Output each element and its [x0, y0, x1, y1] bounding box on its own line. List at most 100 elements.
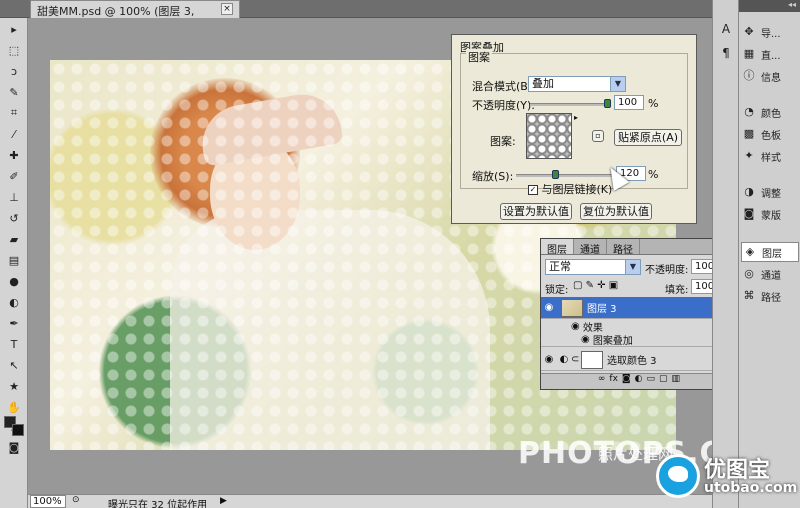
- blur-tool-icon[interactable]: ●: [3, 271, 25, 291]
- character-panel-icon[interactable]: A: [716, 22, 736, 42]
- dock-item-histogram[interactable]: ▦ 直...: [741, 44, 799, 64]
- masks-icon: ◙: [743, 207, 755, 220]
- brush-tool-icon[interactable]: ✐: [3, 166, 25, 186]
- lasso-tool-icon[interactable]: ↄ: [3, 61, 25, 81]
- fill-label: 填充:: [665, 285, 689, 296]
- dock-item-paths[interactable]: ⌘ 路径: [741, 286, 799, 306]
- snap-origin-button[interactable]: 贴紧原点(A): [614, 129, 682, 146]
- pattern-group-label: 图案: [466, 49, 492, 65]
- dock-item-adjustments[interactable]: ◑ 调整: [741, 182, 799, 202]
- crop-tool-icon[interactable]: ⌗: [3, 103, 25, 123]
- eyedropper-tool-icon[interactable]: ⁄: [3, 124, 25, 144]
- chevron-down-icon: ▼: [610, 77, 625, 91]
- scale-slider[interactable]: [516, 174, 612, 177]
- dock-item-swatches[interactable]: ▩ 色板: [741, 124, 799, 144]
- delete-layer-icon[interactable]: ▥: [672, 374, 681, 389]
- dock-header[interactable]: ◂◂: [739, 0, 800, 12]
- effect-eye-icon[interactable]: ◉: [581, 334, 593, 345]
- tab-layers[interactable]: 图层: [541, 239, 574, 256]
- layer-row-layer3[interactable]: ◉ 图层 3 fx: [541, 297, 727, 319]
- hand-tool-icon[interactable]: ✋: [3, 397, 25, 417]
- add-style-icon[interactable]: fx: [609, 374, 618, 389]
- document-tab[interactable]: 甜美MM.psd @ 100% (图层 3, RGB/8#) * ×: [30, 0, 240, 32]
- scale-unit: %: [648, 168, 659, 181]
- move-tool-icon[interactable]: ▸: [3, 19, 25, 39]
- layer-effects-row[interactable]: ◉ 效果: [541, 319, 727, 334]
- dock-item-color[interactable]: ◔ 颜色: [741, 102, 799, 122]
- opacity-slider[interactable]: [530, 103, 610, 106]
- link-layers-icon[interactable]: ∞: [598, 374, 606, 389]
- zoom-input[interactable]: 100%: [30, 495, 66, 508]
- layers-panel-tabs: 图层 通道 路径: [541, 239, 737, 256]
- bird-icon: [668, 466, 688, 482]
- visibility-eye-icon[interactable]: ◉: [541, 354, 557, 365]
- quick-mask-icon[interactable]: ◙: [3, 437, 25, 457]
- quick-select-tool-icon[interactable]: ✎: [3, 82, 25, 102]
- eraser-tool-icon[interactable]: ▰: [3, 229, 25, 249]
- new-layer-icon[interactable]: ▢: [659, 374, 668, 389]
- logo-en-text: utobao.com: [704, 480, 798, 496]
- paragraph-panel-icon[interactable]: ¶: [716, 46, 736, 66]
- path-select-tool-icon[interactable]: ↖: [3, 355, 25, 375]
- document-tab-bar: 甜美MM.psd @ 100% (图层 3, RGB/8#) * ×: [0, 0, 712, 32]
- pattern-picker-arrow-icon[interactable]: ▸: [574, 113, 578, 122]
- pattern-overlay-dialog: 图案叠加 图案 混合模式(B): 叠加 ▼ 不透明度(Y): 100 % 图案:…: [451, 34, 697, 224]
- layer-blend-mode-value: 正常: [549, 260, 571, 273]
- checkbox-check-icon: ✓: [528, 185, 538, 195]
- scale-label: 缩放(S):: [472, 170, 514, 183]
- tab-paths[interactable]: 路径: [607, 239, 640, 256]
- dock-item-navigator[interactable]: ✥ 导...: [741, 22, 799, 42]
- layers-icon: ◈: [745, 245, 755, 258]
- pattern-picker[interactable]: [526, 113, 572, 159]
- layer-blend-mode-select[interactable]: 正常 ▼: [545, 259, 641, 275]
- status-info-icon[interactable]: ⊙: [72, 495, 80, 505]
- blend-mode-label: 混合模式(B):: [472, 80, 536, 93]
- blend-mode-select[interactable]: 叠加 ▼: [528, 76, 626, 92]
- stamp-tool-icon[interactable]: ⊥: [3, 187, 25, 207]
- dock-item-styles[interactable]: ✦ 样式: [741, 146, 799, 166]
- navigator-icon: ✥: [744, 25, 754, 38]
- add-mask-icon[interactable]: ◙: [622, 374, 631, 389]
- gradient-tool-icon[interactable]: ▤: [3, 250, 25, 270]
- styles-icon: ✦: [744, 149, 754, 162]
- pen-tool-icon[interactable]: ✒: [3, 313, 25, 333]
- shape-tool-icon[interactable]: ★: [3, 376, 25, 396]
- scale-slider-thumb[interactable]: [552, 170, 559, 179]
- marquee-tool-icon[interactable]: ⬚: [3, 40, 25, 60]
- close-tab-icon[interactable]: ×: [221, 3, 233, 15]
- dock-item-layers[interactable]: ◈ 图层: [741, 242, 799, 262]
- type-tool-icon[interactable]: T: [3, 334, 25, 354]
- dock-item-info[interactable]: ⓘ 信息: [741, 66, 799, 86]
- history-brush-tool-icon[interactable]: ↺: [3, 208, 25, 228]
- dock-item-masks[interactable]: ◙ 蒙版: [741, 204, 799, 224]
- healing-tool-icon[interactable]: ✚: [3, 145, 25, 165]
- dodge-tool-icon[interactable]: ◐: [3, 292, 25, 312]
- pattern-overlay-effect-row[interactable]: ◉ 图案叠加: [541, 333, 727, 347]
- dock-item-channels[interactable]: ◎ 通道: [741, 264, 799, 284]
- chevron-down-icon: ▼: [625, 260, 640, 274]
- new-group-icon[interactable]: ▭: [647, 374, 656, 389]
- pattern-label: 图案:: [490, 135, 516, 148]
- layer-name: 选取颜色 3: [607, 356, 657, 367]
- visibility-eye-icon[interactable]: ◉: [541, 302, 557, 313]
- opacity-slider-thumb[interactable]: [604, 99, 611, 108]
- layer-opacity-label: 不透明度:: [645, 265, 689, 276]
- effects-eye-icon[interactable]: ◉: [571, 321, 583, 332]
- paths-icon: ⌘: [743, 289, 755, 302]
- opacity-unit: %: [648, 97, 659, 110]
- new-adjustment-icon[interactable]: ◐: [635, 374, 643, 389]
- background-color-swatch[interactable]: [12, 424, 24, 436]
- link-with-layer-checkbox[interactable]: ✓ 与图层链接(K): [528, 181, 612, 197]
- tab-channels[interactable]: 通道: [574, 239, 607, 256]
- set-default-button[interactable]: 设置为默认值: [500, 203, 572, 220]
- opacity-input[interactable]: 100: [614, 95, 644, 110]
- channels-icon: ◎: [744, 267, 754, 280]
- link-with-layer-label: 与图层链接(K): [541, 183, 613, 196]
- toolbox: ▸ ⬚ ↄ ✎ ⌗ ⁄ ✚ ✐ ⊥ ↺ ▰ ▤ ● ◐ ✒ T ↖ ★ ✋ ⌕ …: [0, 18, 28, 508]
- status-arrow-icon[interactable]: ▶: [220, 496, 227, 506]
- lock-icons[interactable]: ▢ ✎ ✛ ▣: [573, 280, 618, 291]
- new-preset-icon[interactable]: ▫: [592, 130, 604, 142]
- adjustments-icon: ◑: [744, 185, 754, 198]
- layer-row-selective-color[interactable]: ◉ ◐ ⊂ 选取颜色 3: [541, 349, 727, 371]
- reset-default-button[interactable]: 复位为默认值: [580, 203, 652, 220]
